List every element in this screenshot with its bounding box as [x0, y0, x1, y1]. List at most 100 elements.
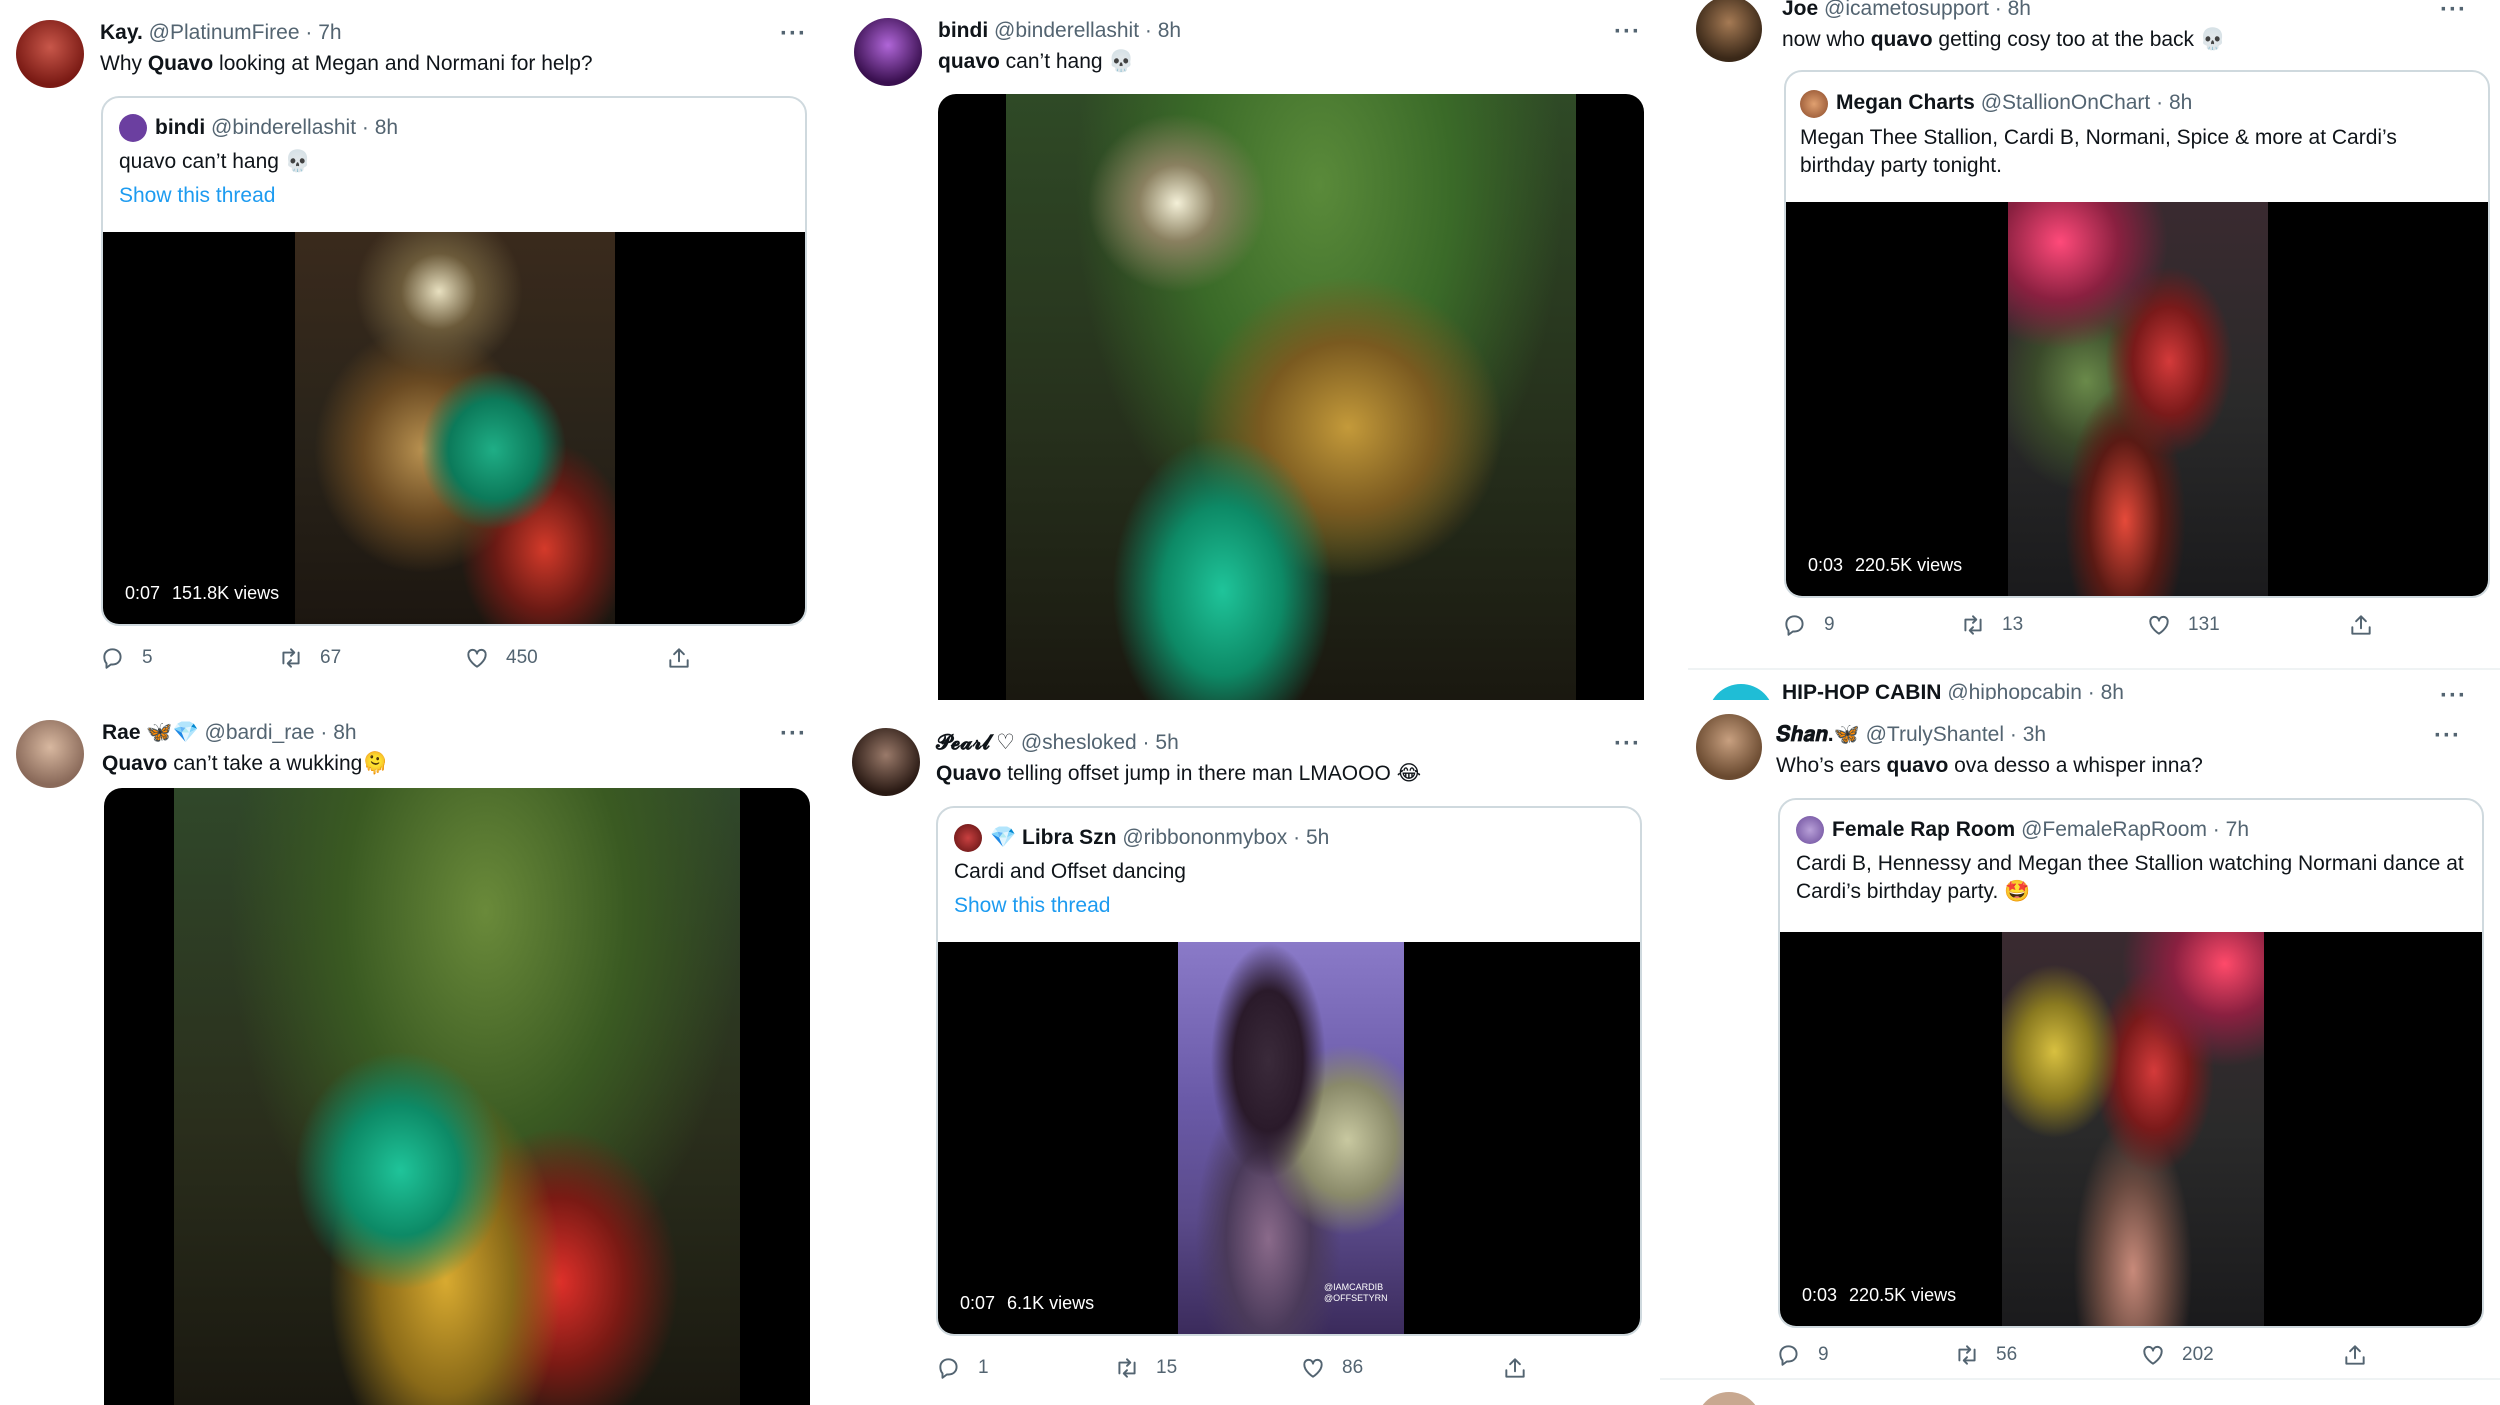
tweet-card[interactable]: Joe @icametosupport · 8h ··· now who qua…: [1688, 0, 2500, 665]
video-player[interactable]: 0:03 220.5K views: [1786, 202, 2488, 596]
quoted-tweet[interactable]: Female Rap Room @FemaleRapRoom · 7h Card…: [1778, 798, 2484, 1328]
tweet-text: Quavo can’t take a wukking🫠: [102, 750, 388, 778]
avatar[interactable]: [1696, 714, 1762, 780]
heart-icon: [2149, 615, 2169, 635]
display-name: bindi: [155, 116, 206, 139]
tweet-text: quavo can’t hang 💀: [938, 48, 1135, 76]
tweet-header: HIP-HOP CABIN @hiphopcabin · 8h: [1782, 680, 2124, 700]
user-handle[interactable]: @PlatinumFiree: [149, 21, 300, 44]
video-info: 0:03 220.5K views: [1808, 555, 1974, 576]
share-icon: [2345, 1345, 2365, 1365]
share-button[interactable]: [666, 645, 708, 671]
video-views: 220.5K views: [1849, 1285, 1957, 1305]
user-handle[interactable]: @binderellashit: [994, 19, 1139, 42]
timestamp[interactable]: 8h: [2101, 681, 2124, 700]
retweet-button[interactable]: 56: [1954, 1342, 2017, 1368]
tweet-actions: 9 13 131: [1782, 612, 2482, 642]
reply-button[interactable]: 5: [100, 645, 153, 671]
tweet-header: Joe @icametosupport · 8h: [1782, 0, 2031, 22]
display-name[interactable]: Joe: [1782, 0, 1818, 20]
quoted-tweet[interactable]: Megan Charts @StallionOnChart · 8h Megan…: [1784, 70, 2490, 598]
quoted-tweet[interactable]: 💎 Libra Szn @ribbononmybox · 5h Cardi an…: [936, 806, 1642, 1336]
video-player[interactable]: [104, 788, 810, 1405]
like-button[interactable]: 131: [2146, 612, 2220, 638]
user-handle[interactable]: @bardi_rae: [205, 721, 315, 744]
tweet-card[interactable]: 𝓟𝓮𝓪𝓻𝓵 ♡ @shesloked · 5h ··· Quavo tellin…: [848, 700, 1688, 1405]
more-options-icon[interactable]: ···: [1614, 732, 1641, 756]
user-handle[interactable]: @TrulyShantel: [1866, 723, 2004, 746]
retweet-button[interactable]: 67: [278, 645, 341, 671]
video-duration: 0:03: [1802, 1285, 1838, 1305]
tweet-text: now who quavo getting cosy too at the ba…: [1782, 26, 2226, 54]
video-player[interactable]: 0:07 151.8K views: [103, 232, 805, 624]
retweet-button[interactable]: 15: [1114, 1355, 1177, 1381]
more-options-icon[interactable]: ···: [2440, 0, 2467, 22]
more-options-icon[interactable]: ···: [2434, 724, 2461, 748]
quoted-tweet[interactable]: bindi @binderellashit · 8h quavo can’t h…: [101, 96, 807, 626]
user-handle[interactable]: @icametosupport: [1824, 0, 1989, 20]
quote-text: Cardi and Offset dancing: [954, 860, 1186, 883]
avatar: [1800, 90, 1828, 118]
display-name[interactable]: 𝑺𝒉𝒂𝒏.🦋: [1776, 723, 1860, 746]
retweet-icon: [1964, 615, 1982, 635]
tweet-text-bold: Quavo: [936, 762, 1002, 785]
avatar[interactable]: [16, 20, 84, 88]
retweet-button[interactable]: 13: [1960, 612, 2023, 638]
user-handle[interactable]: @shesloked: [1021, 731, 1137, 754]
avatar[interactable]: [1696, 0, 1762, 62]
user-handle[interactable]: @hiphopcabin: [1947, 681, 2082, 700]
tweet-card-peek[interactable]: HIP-HOP CABIN @hiphopcabin · 8h ···: [1688, 670, 2500, 700]
timestamp[interactable]: 8h: [333, 721, 356, 744]
tweet-card[interactable]: Rae 🦋💎 @bardi_rae · 8h ··· Quavo can’t t…: [0, 700, 830, 1405]
tweet-actions: 5 67 450: [100, 645, 800, 675]
share-button[interactable]: [2342, 1342, 2384, 1368]
avatar[interactable]: [854, 18, 922, 86]
reply-icon: [1785, 615, 1804, 636]
timestamp[interactable]: 5h: [1155, 731, 1178, 754]
like-button[interactable]: 450: [464, 645, 538, 671]
separator-dot: ·: [1142, 731, 1150, 754]
timestamp[interactable]: 3h: [2023, 723, 2046, 746]
share-icon: [2351, 615, 2371, 635]
more-options-icon[interactable]: ···: [780, 22, 807, 46]
display-name[interactable]: 𝓟𝓮𝓪𝓻𝓵 ♡: [936, 731, 1015, 754]
more-options-icon[interactable]: ···: [1614, 20, 1641, 44]
video-player[interactable]: 0:03 220.5K views: [1780, 932, 2482, 1326]
like-button[interactable]: 86: [1300, 1355, 1363, 1381]
tweet-text-part: looking at Megan and Normani for help?: [213, 52, 593, 75]
reply-button[interactable]: 9: [1782, 612, 1835, 638]
reply-button[interactable]: 9: [1776, 1342, 1829, 1368]
separator-dot: ·: [2087, 681, 2095, 700]
like-button[interactable]: 202: [2140, 1342, 2214, 1368]
display-name[interactable]: bindi: [938, 19, 988, 42]
avatar[interactable]: [16, 720, 84, 788]
avatar: [119, 114, 147, 142]
display-name[interactable]: Kay.: [100, 21, 143, 44]
timestamp[interactable]: 7h: [318, 21, 341, 44]
timestamp[interactable]: 8h: [1158, 19, 1181, 42]
timestamp[interactable]: 8h: [2008, 0, 2031, 20]
more-options-icon[interactable]: ···: [2440, 684, 2467, 701]
display-name[interactable]: HIP-HOP CABIN: [1782, 681, 1941, 700]
share-button[interactable]: [2348, 612, 2390, 638]
display-name[interactable]: Rae 🦋💎: [102, 721, 199, 744]
tweet-text-part: telling offset jump in there man LMAOOO …: [1001, 762, 1422, 785]
tweet-card[interactable]: bindi @binderellashit · 8h ··· quavo can…: [848, 0, 1688, 700]
more-options-icon[interactable]: ···: [780, 722, 807, 746]
show-thread-link[interactable]: Show this thread: [954, 892, 1110, 920]
tweet-text: Why Quavo looking at Megan and Normani f…: [100, 50, 593, 78]
video-player[interactable]: @IAMCARDIB @OFFSETYRN 0:07 6.1K views: [938, 942, 1640, 1334]
avatar[interactable]: [852, 728, 920, 796]
share-button[interactable]: [1502, 1355, 1544, 1381]
separator-dot: ·: [361, 116, 369, 139]
quote-header: Female Rap Room @FemaleRapRoom · 7h: [1832, 817, 2249, 843]
show-thread-link[interactable]: Show this thread: [119, 182, 275, 210]
reply-button[interactable]: 1: [936, 1355, 989, 1381]
tweet-card[interactable]: Kay. @PlatinumFiree · 7h ··· Why Quavo l…: [0, 0, 830, 700]
retweet-count: 67: [320, 647, 342, 668]
separator-dot: ·: [305, 21, 313, 44]
tweet-text-part: can’t hang 💀: [999, 50, 1135, 73]
tweet-text-part: Why: [100, 52, 148, 75]
tweet-card[interactable]: 𝑺𝒉𝒂𝒏.🦋 @TrulyShantel · 3h ··· Who’s ears…: [1688, 700, 2500, 1405]
video-player[interactable]: [938, 94, 1644, 700]
